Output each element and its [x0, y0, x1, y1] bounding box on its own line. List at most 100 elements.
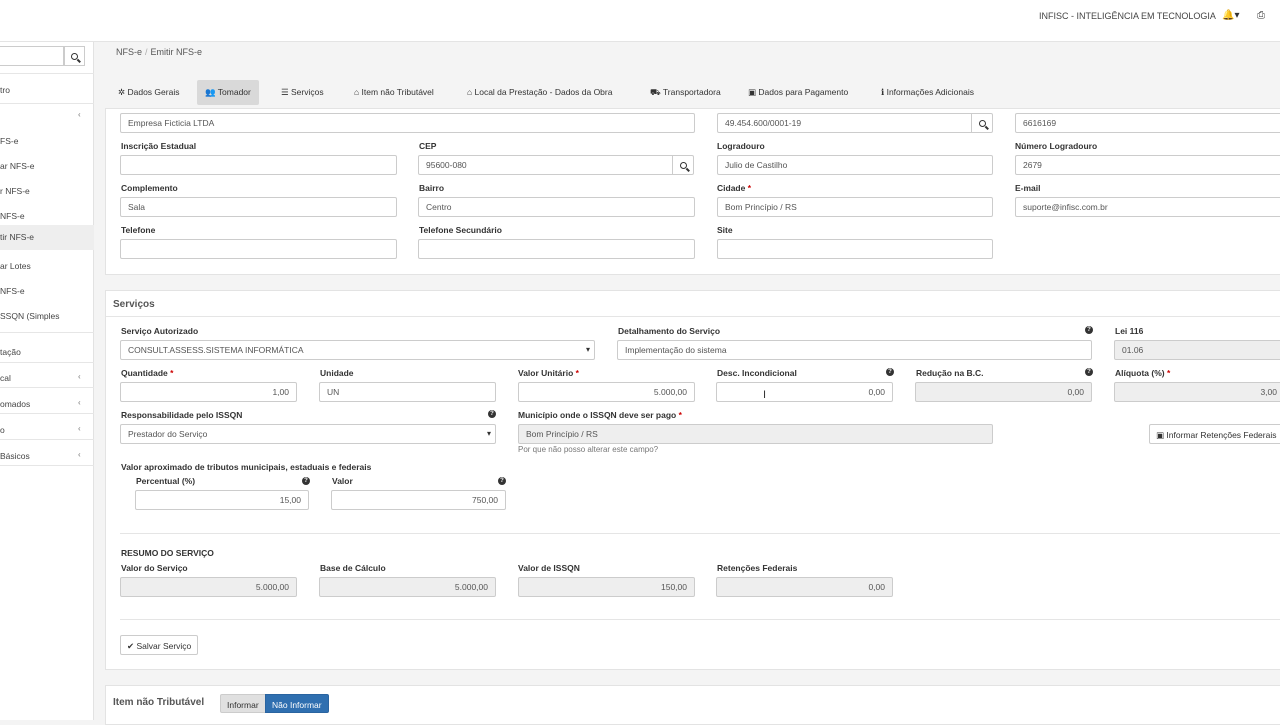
inscricao-estadual-input[interactable] — [120, 155, 397, 175]
truck-icon: ⛟ — [650, 87, 663, 97]
servico-autorizado-select[interactable]: CONSULT.ASSESS.SISTEMA INFORMÁTICA ▾ — [120, 340, 595, 360]
numero-input[interactable]: 2679 — [1015, 155, 1280, 175]
municipio-hint-link[interactable]: Por que não posso alterar este campo? — [518, 445, 658, 454]
valor-tributos-input[interactable]: 750,00 — [331, 490, 506, 510]
tab-dados-gerais[interactable]: ✲ Dados Gerais — [110, 80, 187, 105]
home-icon: ⌂ — [467, 87, 475, 97]
razao-social-input[interactable]: Empresa Ficticia LTDA — [120, 113, 695, 133]
item-nao-tributavel-title: Item não Tributável — [113, 697, 205, 708]
complemento-input[interactable]: Sala — [120, 197, 397, 217]
email-label: E-mail — [1015, 183, 1041, 193]
tab-item-nao-tributavel[interactable]: ⌂ Item não Tributável — [346, 80, 442, 105]
sidebar-item-label: cal — [0, 373, 11, 383]
desc-incondicional-input[interactable]: 0,00 — [716, 382, 893, 402]
unidade-input[interactable]: UN — [319, 382, 496, 402]
search-icon[interactable] — [971, 113, 993, 133]
caret-down-icon: ▾ — [585, 345, 590, 354]
printer-icon[interactable]: ⎙ — [1257, 10, 1265, 21]
tab-local-prestacao[interactable]: ⌂ Local da Prestação - Dados da Obra — [459, 80, 620, 105]
sidebar-item-label: NFS-e — [0, 211, 25, 221]
cep-input[interactable]: 95600-080 — [418, 155, 673, 175]
help-icon[interactable]: ? — [302, 477, 310, 485]
home-icon: ⌂ — [354, 87, 362, 97]
help-icon[interactable]: ? — [488, 410, 496, 418]
tab-informacoes-adicionais[interactable]: ℹ Informações Adicionais — [873, 80, 982, 105]
codigo-input[interactable]: 6616169 — [1015, 113, 1280, 133]
servico-autorizado-label: Serviço Autorizado — [121, 326, 199, 336]
logradouro-input[interactable]: Julio de Castilho — [717, 155, 993, 175]
email-input[interactable]: suporte@infisc.com.br — [1015, 197, 1280, 217]
sidebar-item-label: r NFS-e — [0, 186, 30, 196]
divider — [106, 316, 1280, 317]
sidebar-item[interactable]: SSQN (Simples — [0, 304, 94, 329]
valor-unitario-input[interactable]: 5.000,00 — [518, 382, 695, 402]
municipio-input: Bom Princípio / RS — [518, 424, 993, 444]
lei-116-label: Lei 116 — [1115, 326, 1144, 336]
resumo-title: RESUMO DO SERVIÇO — [121, 548, 214, 558]
divider — [0, 387, 94, 388]
logradouro-label: Logradouro — [717, 141, 765, 151]
divider — [120, 533, 1280, 534]
valor-tributos-label: Valor — [332, 476, 353, 486]
complemento-label: Complemento — [121, 183, 178, 193]
sidebar-item-active[interactable]: tir NFS-e — [0, 225, 94, 250]
cnpj-input[interactable]: 49.454.600/0001-19 — [717, 113, 972, 133]
sidebar-collapse[interactable]: ‹ — [0, 104, 94, 129]
bairro-input[interactable]: Centro — [418, 197, 695, 217]
sidebar-item-label: FS-e — [0, 136, 19, 146]
aliquota-input: 3,00 — [1114, 382, 1280, 402]
telefone-input[interactable] — [120, 239, 397, 259]
text-cursor-icon: I — [763, 389, 767, 401]
divider — [0, 332, 94, 333]
nao-informar-toggle[interactable]: Não Informar — [265, 694, 329, 713]
lei-116-input: 01.06 — [1114, 340, 1280, 360]
money-icon: ▣ — [748, 87, 759, 97]
responsabilidade-label: Responsabilidade pelo ISSQN — [121, 410, 243, 420]
sidebar-search-input[interactable] — [0, 46, 64, 66]
detalhamento-input[interactable]: Implementação do sistema — [617, 340, 1092, 360]
list-icon: ☰ — [281, 87, 291, 97]
bell-icon[interactable]: 🔔▾ — [1222, 10, 1239, 21]
sidebar-item[interactable]: tro — [0, 78, 94, 103]
tab-servicos[interactable]: ☰ Serviços — [273, 80, 332, 105]
site-input[interactable] — [717, 239, 993, 259]
help-icon[interactable]: ? — [886, 368, 894, 376]
cidade-label: Cidade * — [717, 183, 752, 193]
help-icon[interactable]: ? — [1085, 326, 1093, 334]
money-icon: ▣ — [1156, 430, 1167, 440]
informar-toggle[interactable]: Informar — [220, 694, 266, 713]
telefone-secundario-input[interactable] — [418, 239, 695, 259]
divider — [120, 619, 1280, 620]
servicos-title: Serviços — [113, 299, 155, 310]
chevron-left-icon: ‹ — [78, 398, 81, 407]
tributos-label: Valor aproximado de tributos municipais,… — [121, 462, 372, 472]
users-icon: 👥 — [205, 87, 218, 97]
search-icon[interactable] — [64, 46, 85, 66]
tab-transportadora[interactable]: ⛟ Transportadora — [642, 80, 729, 105]
sidebar-item[interactable]: r NFS-e — [0, 179, 94, 204]
inscricao-estadual-label: Inscrição Estadual — [121, 141, 197, 151]
sidebar-item-label: NFS-e — [0, 286, 25, 296]
sidebar-item-label: ar Lotes — [0, 261, 31, 271]
tab-dados-pagamento[interactable]: ▣ Dados para Pagamento — [740, 80, 856, 105]
search-icon[interactable] — [672, 155, 694, 175]
informar-retencoes-button[interactable]: ▣ Informar Retenções Federais — [1149, 424, 1280, 444]
municipio-label: Município onde o ISSQN deve ser pago * — [518, 410, 682, 420]
detalhamento-label: Detalhamento do Serviço — [618, 326, 721, 336]
quantidade-input[interactable]: 1,00 — [120, 382, 297, 402]
salvar-servico-button[interactable]: ✔ Salvar Serviço — [120, 635, 199, 655]
sidebar-item[interactable]: NFS-e — [0, 279, 94, 304]
company-name[interactable]: INFISC - INTELIGÊNCIA EM TECNOLOGIA — [1039, 11, 1216, 21]
responsabilidade-select[interactable]: Prestador do Serviço ▾ — [120, 424, 496, 444]
breadcrumb-item[interactable]: NFS-e — [116, 47, 142, 57]
cidade-input[interactable]: Bom Princípio / RS — [717, 197, 993, 217]
tab-tomador[interactable]: 👥 Tomador — [197, 80, 259, 105]
sidebar-item-label: o — [0, 425, 5, 435]
help-icon[interactable]: ? — [498, 477, 506, 485]
sidebar-item[interactable]: ar Lotes — [0, 254, 94, 279]
sidebar-item[interactable]: ar NFS-e — [0, 154, 94, 179]
percentual-input[interactable]: 15,00 — [135, 490, 309, 510]
help-icon[interactable]: ? — [1085, 368, 1093, 376]
sidebar-item[interactable]: FS-e — [0, 129, 94, 154]
cep-label: CEP — [419, 141, 437, 151]
